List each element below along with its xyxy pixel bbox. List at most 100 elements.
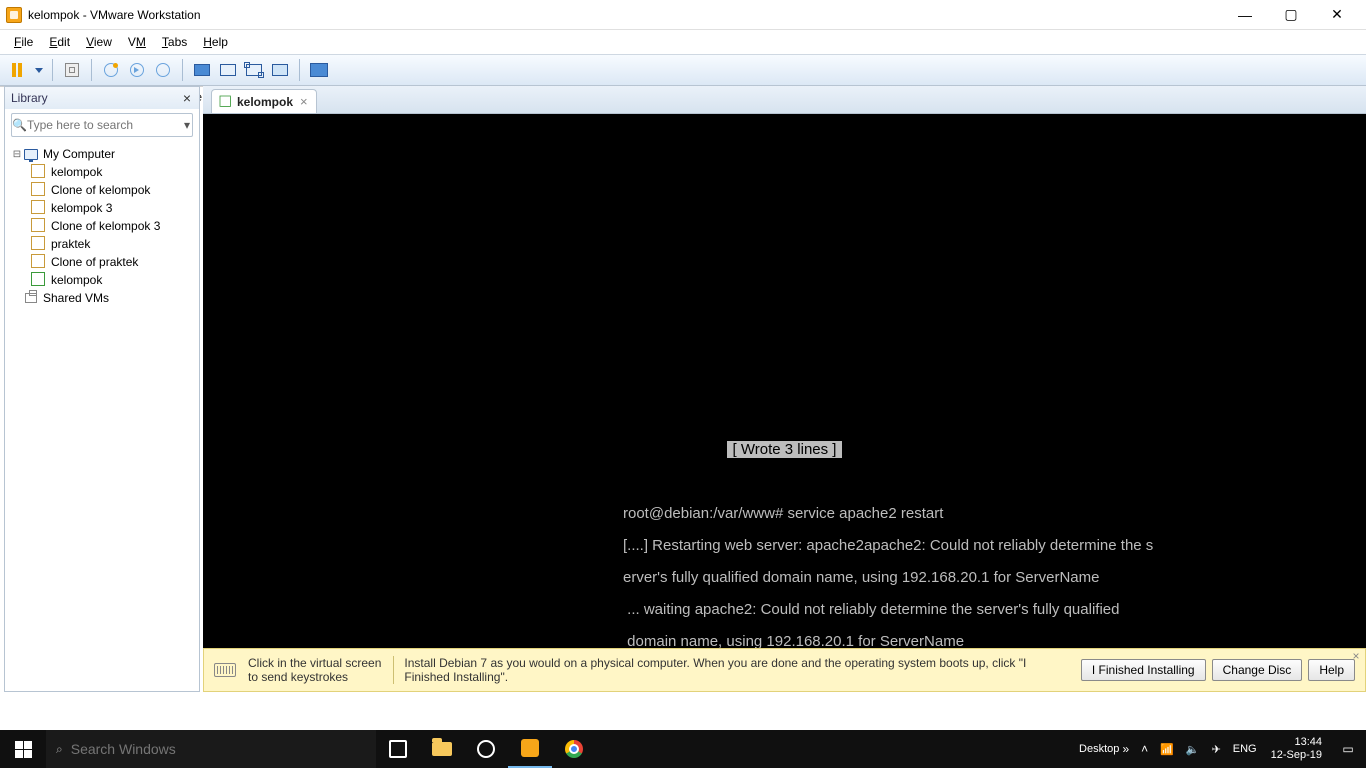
language-label: ENG	[1233, 743, 1257, 755]
tray-airplane-icon[interactable]: ✈	[1206, 730, 1227, 768]
info-bar-close-button[interactable]: ×	[1349, 649, 1363, 663]
taskbar-search-input[interactable]	[71, 741, 366, 757]
toolbar-separator	[52, 59, 53, 81]
taskbar-desktop-toolbar[interactable]: Desktop »	[1073, 730, 1135, 768]
tray-language[interactable]: ENG	[1227, 730, 1263, 768]
tree-vm-item-active[interactable]: kelompok	[7, 271, 197, 289]
chevron-right-icon: »	[1122, 742, 1129, 756]
suspend-button[interactable]	[6, 59, 28, 81]
terminal-line: root@debian:/var/www# service apache2 re…	[623, 505, 943, 522]
show-thumbnail-button[interactable]	[217, 59, 239, 81]
menu-vm[interactable]: VM	[120, 33, 154, 51]
tray-volume-icon[interactable]: 🔈	[1180, 730, 1206, 768]
snapshot-take-icon	[104, 63, 118, 77]
vmware-app-icon	[6, 7, 22, 23]
tree-vm-item[interactable]: praktek	[7, 235, 197, 253]
snapshot-take-button[interactable]	[100, 59, 122, 81]
toolbar-separator	[182, 59, 183, 81]
fullscreen-button[interactable]	[308, 59, 330, 81]
terminal-line: erver's fully qualified domain name, usi…	[623, 569, 1099, 586]
tray-network-icon[interactable]: 📶	[1154, 730, 1180, 768]
taskbar-explorer[interactable]	[420, 730, 464, 768]
terminal-line: [....] Restarting web server: apache2apa…	[623, 537, 1153, 554]
window-maximize-button[interactable]: ▢	[1268, 0, 1314, 30]
menu-view[interactable]: View	[78, 33, 120, 51]
action-center-button[interactable]: ▭	[1330, 742, 1366, 756]
change-disc-button[interactable]: Change Disc	[1212, 659, 1303, 681]
tree-shared-vms[interactable]: Shared VMs	[7, 289, 197, 307]
windows-taskbar: ⌕ Desktop » ˄ 📶 🔈 ✈ ENG 13:44 12-Sep-19 …	[0, 730, 1366, 768]
stretch-button[interactable]	[243, 59, 265, 81]
tree-toggle-icon[interactable]: ⊟	[11, 149, 23, 160]
library-search-input[interactable]	[27, 114, 182, 136]
help-button[interactable]: Help	[1308, 659, 1355, 681]
tree-vm-item[interactable]: kelompok	[7, 163, 197, 181]
start-button[interactable]	[0, 730, 46, 768]
window-close-button[interactable]: ✕	[1314, 0, 1360, 30]
vm-tab[interactable]: kelompok ×	[211, 89, 317, 113]
stretch-icon	[246, 64, 262, 76]
library-close-button[interactable]: ×	[183, 90, 191, 106]
show-console-button[interactable]	[191, 59, 213, 81]
search-icon: ⌕	[56, 742, 63, 757]
tree-vm-item[interactable]: Clone of kelompok	[7, 181, 197, 199]
vm-icon	[33, 256, 45, 268]
airplane-icon: ✈	[1212, 743, 1221, 756]
tree-vm-item[interactable]: kelompok 3	[7, 199, 197, 217]
tree-label: praktek	[51, 237, 90, 251]
snapshot-manage-button[interactable]	[152, 59, 174, 81]
tray-clock[interactable]: 13:44 12-Sep-19	[1263, 730, 1330, 768]
ring-icon	[477, 740, 495, 758]
chevron-down-icon	[35, 68, 43, 73]
taskbar-search[interactable]: ⌕	[46, 730, 376, 768]
snapshot-revert-button[interactable]	[126, 59, 148, 81]
toolbar-separator	[299, 59, 300, 81]
library-tree: ⊟ My Computer kelompok Clone of kelompok…	[5, 141, 199, 311]
unity-button[interactable]	[269, 59, 291, 81]
menu-file[interactable]: File	[6, 33, 41, 51]
taskbar-chrome[interactable]	[552, 730, 596, 768]
notification-icon: ▭	[1342, 742, 1353, 756]
library-search[interactable]: 🔍 ▾	[11, 113, 193, 137]
window-minimize-button[interactable]: —	[1222, 0, 1268, 30]
task-view-button[interactable]	[376, 730, 420, 768]
vm-tab-label: kelompok	[237, 95, 293, 109]
power-dropdown[interactable]	[32, 59, 44, 81]
clock-time: 13:44	[1294, 736, 1322, 749]
wifi-icon: 📶	[1160, 743, 1174, 756]
keyboard-icon	[65, 63, 79, 77]
task-view-icon	[389, 740, 407, 758]
tree-label: Clone of kelompok	[51, 183, 150, 197]
taskbar-cortana[interactable]	[464, 730, 508, 768]
clock-date: 12-Sep-19	[1271, 749, 1322, 762]
tree-my-computer[interactable]: ⊟ My Computer	[7, 145, 197, 163]
tree-label: kelompok 3	[51, 201, 112, 215]
tray-overflow-button[interactable]: ˄	[1135, 730, 1154, 768]
info-keyboard-line1: Click in the virtual screen	[248, 656, 381, 670]
search-dropdown-icon[interactable]: ▾	[182, 118, 192, 132]
library-title: Library	[11, 91, 48, 105]
toolbar-separator	[91, 59, 92, 81]
menu-edit[interactable]: Edit	[41, 33, 78, 51]
info-message: Install Debian 7 as you would on a physi…	[404, 656, 1070, 684]
vm-running-icon	[221, 97, 231, 107]
terminal-line: ... waiting apache2: Could not reliably …	[623, 601, 1119, 618]
snapshot-manage-icon	[156, 63, 170, 77]
library-panel: Library × 🔍 ▾ ⊟ My Computer kelompok Clo…	[4, 86, 200, 692]
tab-close-button[interactable]: ×	[300, 94, 308, 109]
terminal-line: domain name, using 192.168.20.1 for Serv…	[623, 633, 964, 648]
send-ctrl-alt-del-button[interactable]	[61, 59, 83, 81]
keyboard-icon	[214, 663, 236, 677]
vm-console[interactable]: [ Wrote 3 lines ] root@debian:/var/www# …	[203, 114, 1366, 648]
chevron-up-icon: ˄	[1141, 742, 1148, 756]
snapshot-revert-icon	[130, 63, 144, 77]
info-keyboard-line2: to send keystrokes	[248, 670, 381, 684]
tree-vm-item[interactable]: Clone of praktek	[7, 253, 197, 271]
menu-tabs[interactable]: Tabs	[154, 33, 195, 51]
pause-icon	[12, 63, 22, 77]
taskbar-vmware[interactable]	[508, 730, 552, 768]
tree-label: kelompok	[51, 165, 102, 179]
menu-help[interactable]: Help	[195, 33, 236, 51]
tree-vm-item[interactable]: Clone of kelompok 3	[7, 217, 197, 235]
finished-installing-button[interactable]: I Finished Installing	[1081, 659, 1206, 681]
